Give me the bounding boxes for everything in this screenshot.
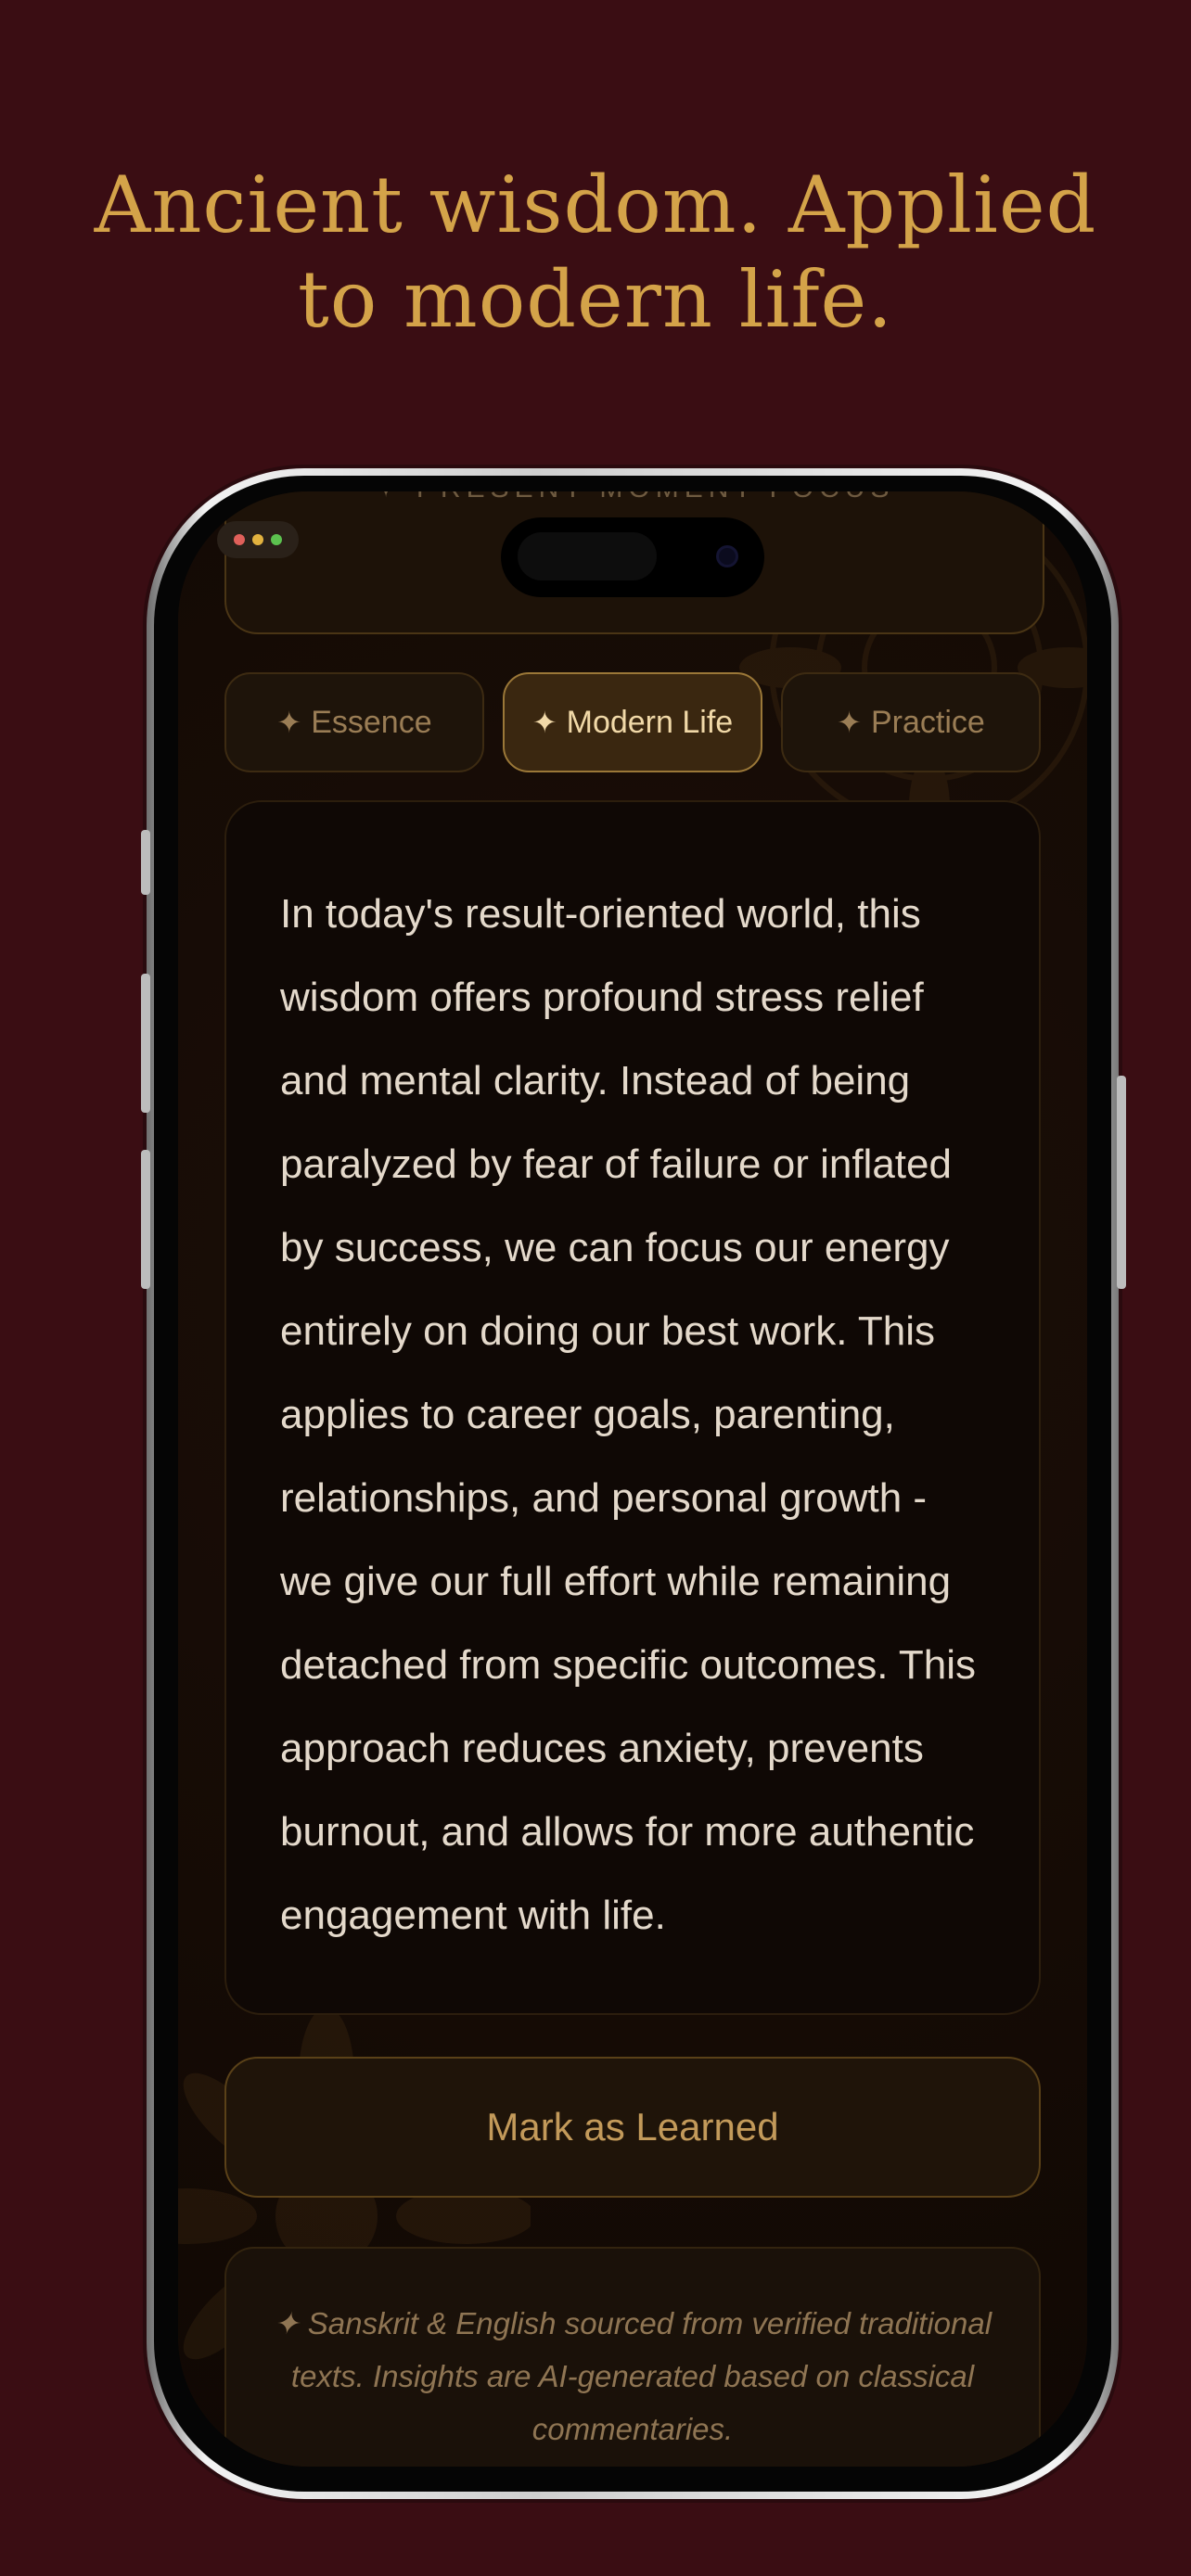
source-note-card: ✦ Sanskrit & English sourced from verifi… bbox=[224, 2247, 1041, 2467]
hero-headline: Ancient wisdom. Applied to modern life. bbox=[0, 158, 1191, 347]
app-screen: ✦ PRESENT MOMENT FOCUS ✦ Essence ✦ Moder… bbox=[178, 491, 1087, 2467]
headline-line-2: to modern life. bbox=[298, 254, 893, 345]
tab-label: Essence bbox=[311, 704, 432, 740]
section-label: ✦ PRESENT MOMENT FOCUS bbox=[226, 491, 1043, 504]
phone-action-button bbox=[141, 830, 150, 895]
tab-modern-life[interactable]: ✦ Modern Life bbox=[503, 672, 762, 772]
headline-line-1: Ancient wisdom. Applied bbox=[94, 159, 1097, 250]
insight-content-card: In today's result-oriented world, this w… bbox=[224, 800, 1041, 2015]
phone-volume-down bbox=[141, 1150, 150, 1289]
star-icon: ✦ bbox=[531, 706, 557, 739]
maximize-dot-icon[interactable] bbox=[271, 534, 282, 545]
source-note-text: ✦ Sanskrit & English sourced from verifi… bbox=[273, 2306, 992, 2446]
tab-practice[interactable]: ✦ Practice bbox=[781, 672, 1041, 772]
star-icon: ✦ bbox=[276, 706, 302, 739]
phone-power-button bbox=[1117, 1076, 1126, 1289]
insight-tabs: ✦ Essence ✦ Modern Life ✦ Practice bbox=[224, 672, 1041, 774]
mark-as-learned-button[interactable]: Mark as Learned bbox=[224, 2057, 1041, 2198]
close-dot-icon[interactable] bbox=[234, 534, 245, 545]
camera-icon bbox=[716, 545, 738, 567]
window-controls[interactable] bbox=[217, 521, 299, 558]
tab-label: Practice bbox=[870, 704, 985, 740]
insight-text: In today's result-oriented world, this w… bbox=[280, 891, 976, 1938]
tab-essence[interactable]: ✦ Essence bbox=[224, 672, 484, 772]
star-icon: ✦ bbox=[837, 706, 862, 739]
phone-volume-up bbox=[141, 974, 150, 1113]
dynamic-island bbox=[501, 517, 764, 597]
tab-label: Modern Life bbox=[566, 704, 734, 740]
minimize-dot-icon[interactable] bbox=[252, 534, 263, 545]
